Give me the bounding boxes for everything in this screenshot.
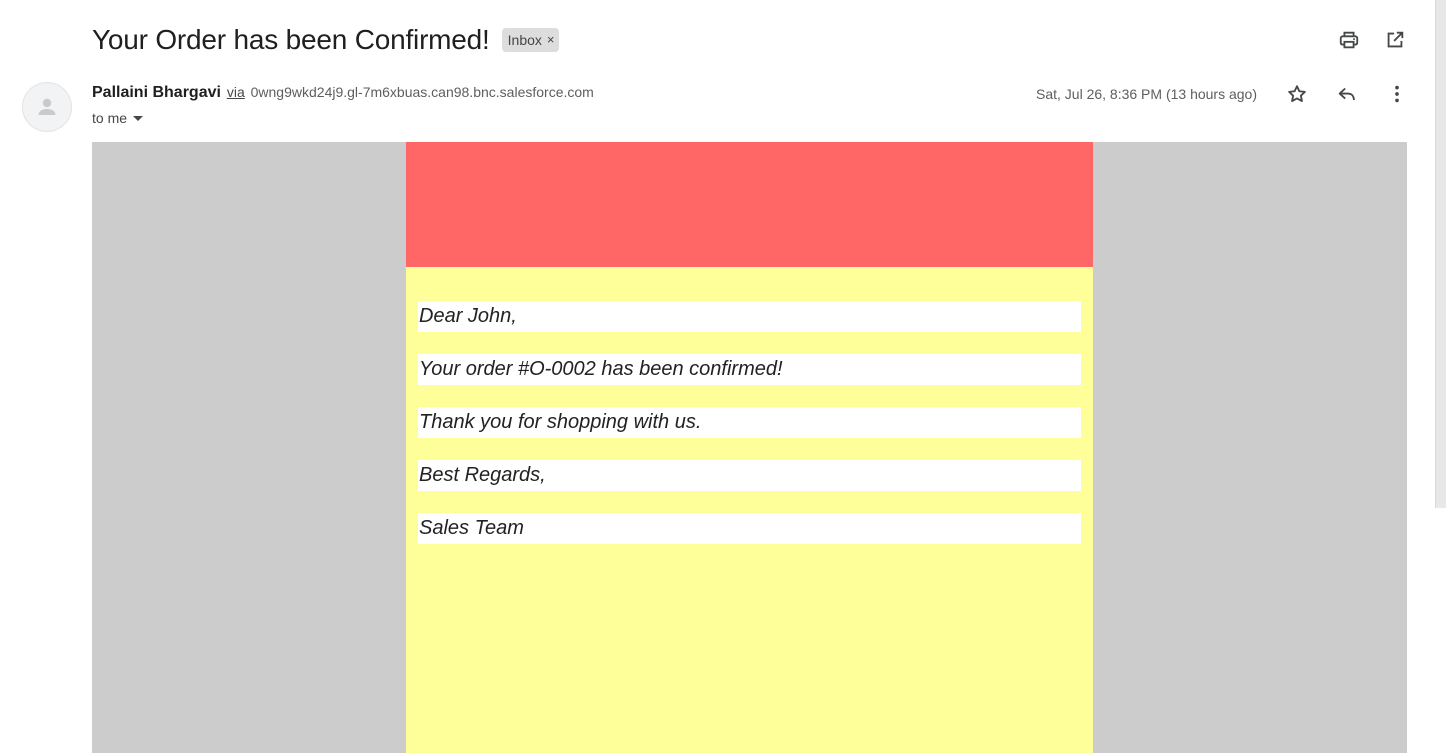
thanks-line: Thank you for shopping with us. (418, 407, 1081, 438)
subject-row: Your Order has been Confirmed! Inbox × (92, 22, 560, 58)
sender-line: Pallaini Bhargavi via 0wng9wkd24j9.gl-7m… (92, 84, 594, 102)
open-in-new-window-icon[interactable] (1383, 28, 1407, 52)
default-avatar-icon (38, 98, 56, 115)
email-subject: Your Order has been Confirmed! (92, 24, 490, 55)
email-view: Your Order has been Confirmed! Inbox × P… (0, 0, 1447, 753)
scrollbar-thumb[interactable] (1435, 0, 1446, 508)
recipient-details-toggle[interactable]: to me (92, 110, 144, 126)
sender-name[interactable]: Pallaini Bhargavi (92, 84, 221, 101)
email-body: Dear John, Your order #O-0002 has been c… (92, 142, 1407, 753)
inbox-label-text: Inbox (507, 31, 542, 48)
signature-line: Sales Team (418, 513, 1081, 544)
inbox-label-chip[interactable]: Inbox × (501, 28, 560, 52)
email-message: Dear John, Your order #O-0002 has been c… (406, 267, 1093, 544)
greeting-line: Dear John, (418, 301, 1081, 332)
confirmation-line: Your order #O-0002 has been confirmed! (418, 354, 1081, 385)
email-card: Dear John, Your order #O-0002 has been c… (406, 142, 1093, 753)
message-actions (1285, 82, 1409, 106)
remove-label-button[interactable]: × (547, 32, 555, 47)
email-banner (406, 142, 1093, 267)
star-icon[interactable] (1285, 82, 1309, 106)
email-date: Sat, Jul 26, 8:36 PM (13 hours ago) (1035, 86, 1257, 102)
scrollbar[interactable] (1435, 0, 1447, 753)
sender-address: 0wng9wkd24j9.gl-7m6xbuas.can98.bnc.sales… (250, 84, 594, 100)
thread-actions (1337, 28, 1407, 52)
sender-avatar[interactable] (22, 82, 72, 132)
reply-icon[interactable] (1335, 82, 1359, 106)
recipient-text: to me (92, 110, 128, 126)
via-link[interactable]: via (227, 84, 245, 100)
print-icon[interactable] (1337, 28, 1361, 52)
closing-line: Best Regards, (418, 460, 1081, 491)
more-vertical-icon[interactable] (1385, 82, 1409, 106)
chevron-down-icon (133, 116, 144, 121)
